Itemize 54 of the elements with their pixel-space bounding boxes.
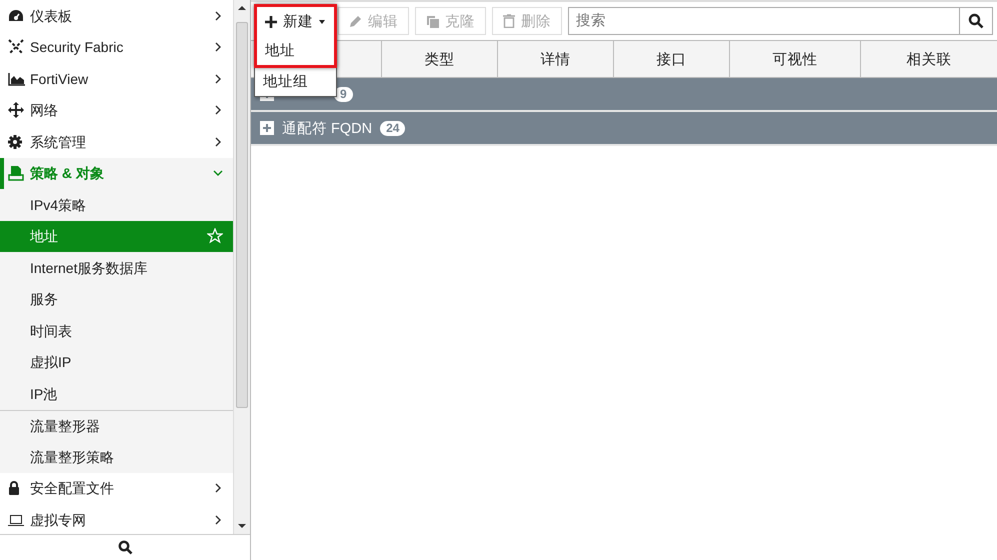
settings-icon [8,134,22,149]
search-icon[interactable] [968,13,984,29]
sidebar-item[interactable]: 安全配置文件 [0,472,234,504]
sidebar-subitem[interactable]: IP池 [0,378,234,410]
count-badge: 24 [380,120,406,136]
sidebar-item[interactable]: FortiView [0,63,234,94]
group-label: 通配符 FQDN [282,120,372,138]
search-icon[interactable] [118,540,132,555]
column-header[interactable]: 类型 [382,41,498,77]
copy-icon [426,14,439,28]
laptop-icon [8,512,24,527]
chevron-right-icon [213,74,224,84]
plus-icon [265,16,277,28]
chevron-right-icon [213,42,224,52]
caret-icon [319,20,325,24]
new-button[interactable]: 新建 [257,7,331,36]
sidebar-item[interactable]: 仪表板 [0,0,234,32]
sidebar-subitem[interactable]: IPv4策略 [0,189,234,220]
sidebar-item[interactable]: 系统管理 [0,126,234,158]
menu-item[interactable]: 地址 [257,36,334,65]
sidebar-subitem[interactable]: 流量整形策略 [0,441,234,472]
chevron-right-icon [213,10,224,21]
sidebar-subitem[interactable]: 虚拟IP [0,346,234,378]
scrollbar[interactable] [233,0,250,534]
column-header[interactable]: 可视性 [730,41,861,77]
sidebar-subitem[interactable]: 服务 [0,284,234,315]
sidebar-item[interactable]: 虚拟专网 [0,504,234,534]
sidebar-item[interactable]: 策略 & 对象 [0,158,234,189]
chevron-right-icon [213,105,224,116]
move-arrows-icon [8,102,24,118]
column-header[interactable]: 相关联 [861,41,997,77]
chevron-down-icon [213,168,224,178]
area-chart-icon [8,72,26,86]
sidebar-subitem[interactable]: Internet服务数据库 [0,252,234,284]
expand-icon[interactable] [260,121,274,135]
chevron-right-icon [213,136,224,147]
lock-icon [8,481,20,496]
sidebar-item[interactable]: 网络 [0,94,234,126]
sidebar-subitem[interactable]: 时间表 [0,315,234,346]
sidebar-subitem[interactable]: 地址 [0,220,234,252]
trash-icon [503,14,515,28]
sidebar-item[interactable]: Security Fabric [0,32,234,63]
fabric-icon [8,39,24,56]
chevron-right-icon [213,514,224,525]
group-row[interactable]: 通配符 FQDN 24 [251,112,997,146]
column-header[interactable]: 接口 [614,41,730,77]
search-field[interactable]: 搜索 [568,7,960,35]
gauge-icon [8,8,24,23]
column-header[interactable]: 详情 [498,41,614,77]
document-icon [8,165,24,182]
chevron-right-icon [213,483,224,494]
sidebar-subitem[interactable]: 流量整形器 [0,410,234,441]
pencil-icon [349,14,362,28]
star-icon[interactable] [207,228,224,244]
